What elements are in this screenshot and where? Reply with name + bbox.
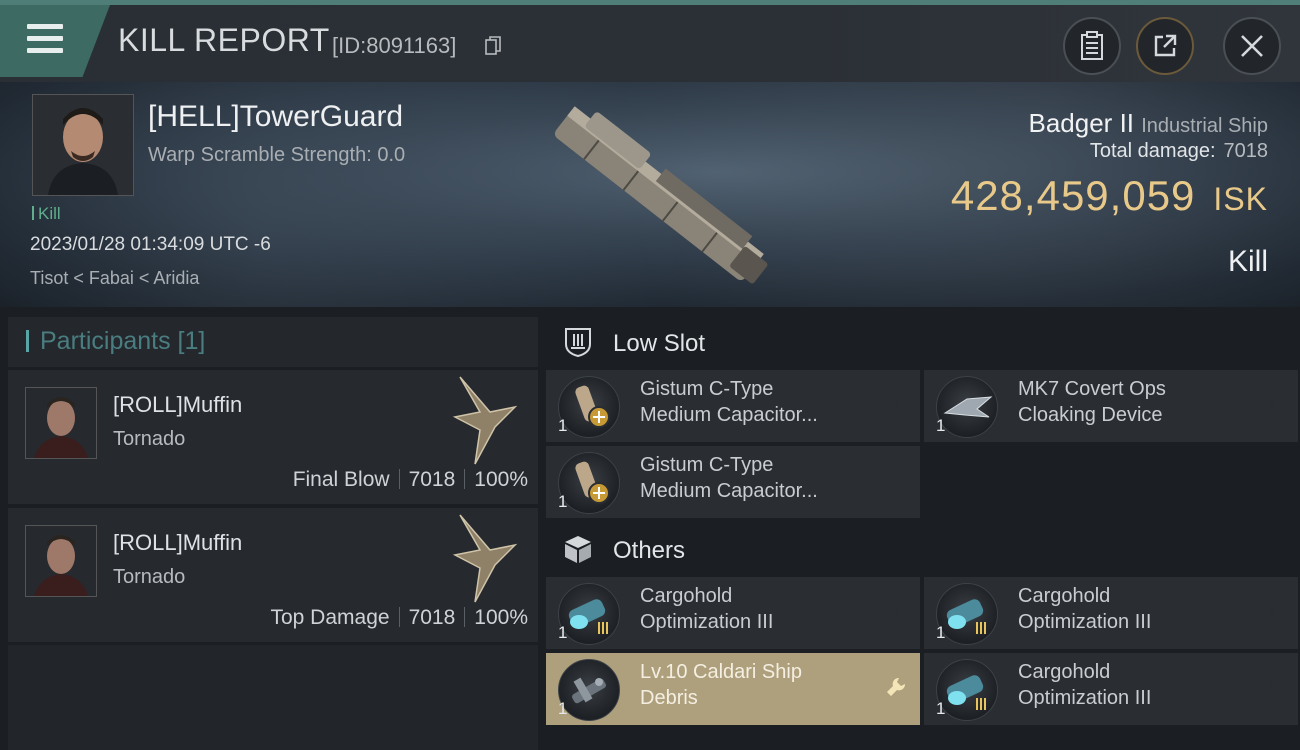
item-quantity: 1: [936, 416, 946, 435]
low-slot-header: Low Slot: [540, 312, 1300, 372]
item-quantity: 1: [558, 492, 568, 511]
destroyed-x-icon: [888, 396, 904, 412]
participant-ship-image: [452, 376, 518, 465]
menu-icon: [27, 24, 63, 60]
item-other[interactable]: 1 Cargohold Optimization III: [924, 653, 1298, 725]
low-slot-icon: [565, 328, 591, 358]
kill-timestamp: 2023/01/28 01:34:09 UTC -6: [30, 234, 271, 255]
item-other-dropped[interactable]: 1 Lv.10 Caldari Ship Debris: [546, 653, 920, 725]
victim-ship-name[interactable]: Badger II Industrial Ship: [1029, 108, 1269, 139]
kill-location: Tisot < Fabai < Aridia: [30, 268, 200, 288]
total-damage: Total damage: 7018: [1089, 140, 1268, 162]
destroyed-x-icon: [1266, 396, 1282, 412]
destroyed-x-icon: [1266, 679, 1282, 695]
item-low-slot[interactable]: 1 Gistum C-Type Medium Capacitor...: [546, 370, 920, 442]
item-quantity: 1: [936, 623, 946, 642]
page-title: KILL REPORT: [118, 22, 330, 58]
item-quantity: 1: [936, 699, 946, 718]
report-id: [ID:8091163]: [332, 33, 457, 58]
item-low-slot[interactable]: 1 MK7 Covert Ops Cloaking Device: [924, 370, 1298, 442]
item-name: Lv.10 Caldari Ship Debris: [640, 661, 802, 709]
participant-empty-slot: [8, 645, 538, 750]
clipboard-button[interactable]: [1063, 17, 1121, 75]
destroyed-x-icon: [888, 472, 904, 488]
share-icon: [1154, 34, 1177, 57]
participant-name: [ROLL]Muffin: [113, 530, 243, 555]
cargo-box-icon: [565, 536, 591, 563]
participant-stats: Final Blow 7018 100%: [292, 468, 528, 491]
others-header: Others: [540, 519, 1300, 579]
participants-panel: Participants [1] [ROLL]Muffin Tornado Fi…: [0, 307, 540, 750]
item-name: Cargohold Optimization III: [1018, 661, 1152, 709]
item-name: Gistum C-Type Medium Capacitor...: [640, 454, 818, 502]
participant-ship: Tornado: [113, 566, 186, 588]
share-button[interactable]: [1136, 17, 1194, 75]
participant-avatar: [25, 525, 97, 597]
item-name: MK7 Covert Ops Cloaking Device: [1018, 378, 1166, 426]
victim-name[interactable]: [HELL]TowerGuard: [148, 100, 403, 134]
victim-portrait[interactable]: [32, 94, 134, 196]
clipboard-icon: [1081, 31, 1103, 60]
item-quantity: 1: [558, 416, 568, 435]
participant-name: [ROLL]Muffin: [113, 392, 243, 417]
item-name: Cargohold Optimization III: [1018, 585, 1152, 633]
close-icon: [1241, 35, 1263, 57]
participant-card[interactable]: [ROLL]Muffin Tornado Final Blow 7018 100%: [8, 370, 538, 504]
fitted-items-panel: Low Slot 1 Gistum C-Type Medium Capacitor…: [540, 307, 1300, 750]
participant-ship: Tornado: [113, 428, 186, 450]
isk-value: 428,459,059 ISK: [950, 172, 1268, 219]
item-other[interactable]: 1 Cargohold Optimization III: [546, 577, 920, 649]
participant-stats: Top Damage 7018 100%: [270, 606, 528, 629]
participant-avatar: [25, 387, 97, 459]
warp-scramble-text: Warp Scramble Strength: 0.0: [148, 144, 406, 166]
kill-result-label: Kill: [1227, 245, 1268, 278]
close-button[interactable]: [1223, 17, 1281, 75]
item-name: Cargohold Optimization III: [640, 585, 774, 633]
participants-header: Participants [1]: [8, 317, 538, 367]
participant-ship-image: [452, 514, 518, 603]
item-quantity: 1: [558, 623, 568, 642]
destroyed-x-icon: [888, 603, 904, 619]
copy-icon[interactable]: [485, 36, 501, 56]
kill-count: Kill: [32, 204, 61, 224]
item-low-slot[interactable]: 1 Gistum C-Type Medium Capacitor...: [546, 446, 920, 518]
item-name: Gistum C-Type Medium Capacitor...: [640, 378, 818, 426]
victim-banner: [HELL]TowerGuard Warp Scramble Strength:…: [0, 82, 1300, 307]
item-quantity: 1: [558, 699, 568, 718]
item-other[interactable]: 1 Cargohold Optimization III: [924, 577, 1298, 649]
participant-card[interactable]: [ROLL]Muffin Tornado Top Damage 7018 100%: [8, 508, 538, 642]
victim-ship-image[interactable]: [520, 82, 800, 307]
wrench-icon: [887, 677, 906, 696]
destroyed-x-icon: [1266, 603, 1282, 619]
